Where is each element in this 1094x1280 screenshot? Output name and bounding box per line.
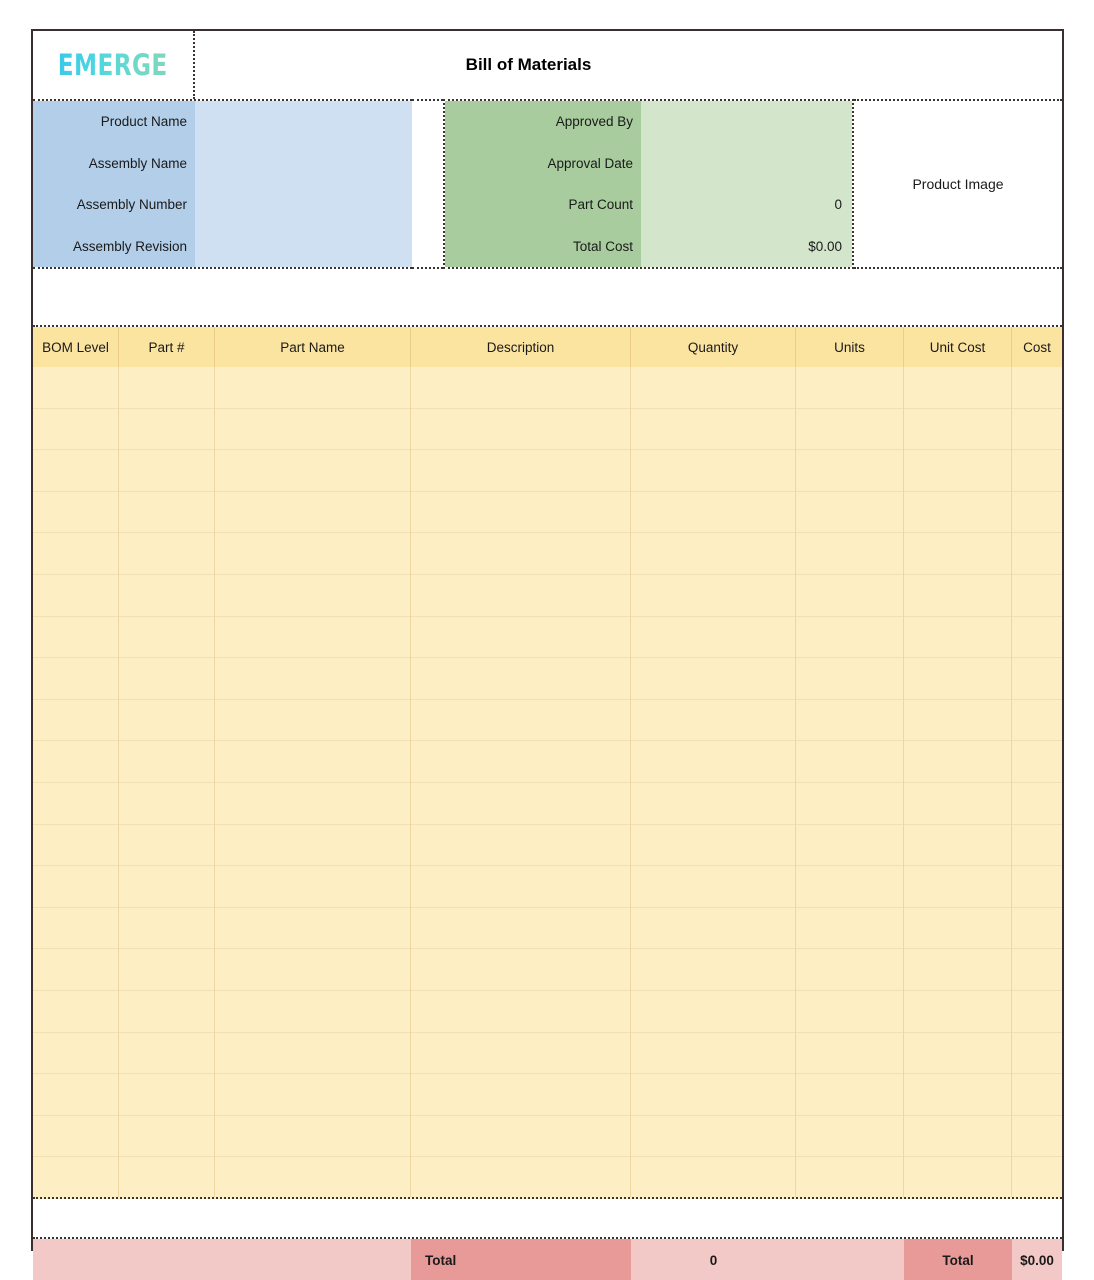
sheet-frame: EMERGE Bill of Materials Product Name As…: [31, 29, 1064, 1280]
bom-column-grid: [33, 367, 1062, 1197]
approved-by-input[interactable]: [641, 101, 852, 143]
field-product-name: Product Name: [33, 101, 412, 143]
totals-blank-left: [33, 1239, 411, 1280]
totals-row: Total 0 Total $0.00: [33, 1239, 1062, 1280]
emerge-logo: EMERGE: [58, 48, 168, 82]
approved-by-label: Approved By: [445, 101, 641, 143]
product-name-label: Product Name: [33, 101, 195, 143]
column-header-description[interactable]: Description: [411, 327, 631, 367]
logo-cell: EMERGE: [33, 31, 195, 99]
assembly-revision-input[interactable]: [195, 225, 412, 267]
assembly-number-input[interactable]: [195, 184, 412, 226]
assembly-number-label: Assembly Number: [33, 184, 195, 226]
field-approved-by: Approved By: [445, 101, 852, 143]
bom-spreadsheet-page: EMERGE Bill of Materials Product Name As…: [0, 0, 1094, 1280]
field-assembly-number: Assembly Number: [33, 184, 412, 226]
total-cost-label: Total Cost: [445, 225, 641, 267]
assembly-revision-label: Assembly Revision: [33, 225, 195, 267]
document-title-cell: Bill of Materials: [195, 31, 1062, 99]
info-table-spacer: [33, 269, 1062, 327]
approval-date-input[interactable]: [641, 142, 852, 184]
total-cost-label: Total: [904, 1239, 1012, 1280]
page-title: Bill of Materials: [465, 55, 592, 74]
column-cells-units: [796, 367, 904, 1197]
part-count-value: 0: [641, 184, 852, 226]
product-name-input[interactable]: [195, 101, 412, 143]
field-assembly-revision: Assembly Revision: [33, 225, 412, 267]
info-band: Product Name Assembly Name Assembly Numb…: [33, 99, 1062, 269]
totals-blank-units: [796, 1239, 904, 1280]
column-header-quantity[interactable]: Quantity: [631, 327, 796, 367]
column-header-bom-level[interactable]: BOM Level: [33, 327, 119, 367]
assembly-info-block: Product Name Assembly Name Assembly Numb…: [33, 99, 412, 269]
product-image-placeholder[interactable]: Product Image: [854, 99, 1062, 269]
field-assembly-name: Assembly Name: [33, 142, 412, 184]
column-header-part-name[interactable]: Part Name: [215, 327, 411, 367]
total-quantity-label: Total: [411, 1239, 631, 1280]
approval-date-label: Approval Date: [445, 142, 641, 184]
info-gap-column: [412, 99, 443, 269]
column-cells-description: [411, 367, 631, 1197]
assembly-name-input[interactable]: [195, 142, 412, 184]
bom-table: BOM Level Part # Part Name Description Q…: [33, 327, 1062, 1199]
bom-table-header-row: BOM Level Part # Part Name Description Q…: [33, 327, 1062, 367]
field-total-cost: Total Cost $0.00: [445, 225, 852, 267]
column-header-units[interactable]: Units: [796, 327, 904, 367]
field-approval-date: Approval Date: [445, 142, 852, 184]
table-footer-spacer: [33, 1199, 1062, 1239]
field-part-count: Part Count 0: [445, 184, 852, 226]
column-cells-part-name: [215, 367, 411, 1197]
bom-table-body[interactable]: [33, 367, 1062, 1199]
title-band: EMERGE Bill of Materials: [33, 31, 1062, 99]
column-cells-quantity: [631, 367, 796, 1197]
total-quantity-value: 0: [709, 1252, 718, 1268]
column-cells-cost: [1012, 367, 1062, 1197]
column-cells-unit-cost: [904, 367, 1012, 1197]
part-count-label: Part Count: [445, 184, 641, 226]
column-header-unit-cost[interactable]: Unit Cost: [904, 327, 1012, 367]
total-cost-value: $0.00: [641, 225, 852, 267]
total-cost-amount: $0.00: [1020, 1252, 1054, 1268]
product-image-label: Product Image: [912, 176, 1004, 192]
assembly-name-label: Assembly Name: [33, 142, 195, 184]
column-cells-part-number: [119, 367, 215, 1197]
column-cells-bom-level: [33, 367, 119, 1197]
approval-info-block: Approved By Approval Date Part Count 0 T…: [443, 99, 854, 269]
column-header-cost[interactable]: Cost: [1012, 327, 1062, 367]
column-header-part-number[interactable]: Part #: [119, 327, 215, 367]
